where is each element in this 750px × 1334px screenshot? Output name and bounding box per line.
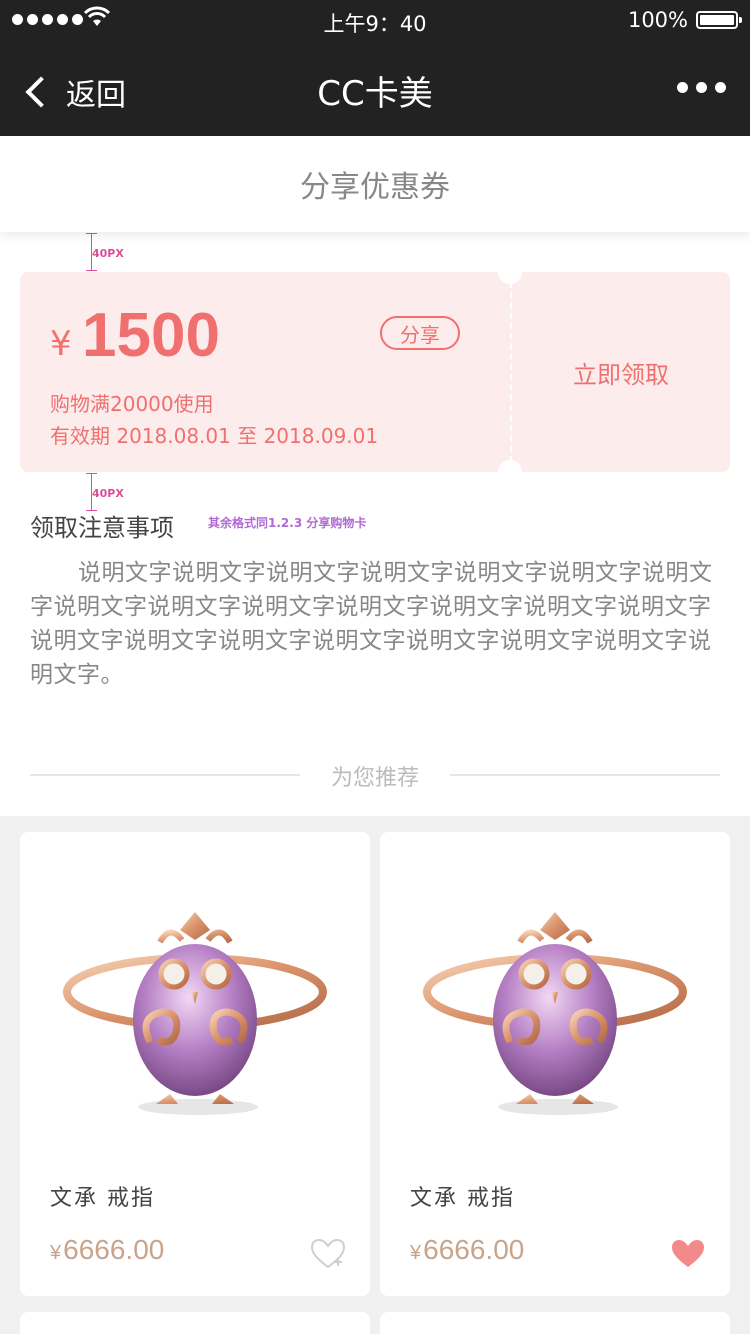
divider-line xyxy=(450,774,720,776)
price-currency: ¥ xyxy=(410,1242,422,1264)
product-card[interactable] xyxy=(380,1312,730,1334)
price-value: 6666.00 xyxy=(423,1234,525,1265)
notes-body: 说明文字说明文字说明文字说明文字说明文字说明文字说明文字说明文字说明文字说明文字… xyxy=(30,560,713,688)
heart-outline-icon[interactable] xyxy=(310,1238,346,1270)
product-card[interactable]: 文承 戒指 ¥6666.00 xyxy=(20,832,370,1296)
product-image xyxy=(63,912,327,1115)
top-bar: 上午9：40 100% 返回 CC卡美 xyxy=(0,0,750,136)
heart-filled-icon[interactable] xyxy=(670,1238,706,1270)
more-options-icon[interactable] xyxy=(677,82,726,93)
product-name: 文承 戒指 xyxy=(50,1186,155,1211)
coupon-amount: 1500 xyxy=(82,301,220,370)
spacing-label-top: 40PX xyxy=(92,247,124,260)
claim-label: 立即领取 xyxy=(573,360,669,389)
price-currency: ¥ xyxy=(50,1242,62,1264)
product-price: ¥6666.00 xyxy=(410,1234,524,1266)
section-header: 分享优惠券 xyxy=(0,136,750,232)
battery-percentage: 100% xyxy=(627,8,688,32)
price-value: 6666.00 xyxy=(63,1234,165,1265)
product-card[interactable]: 文承 戒指 ¥6666.00 xyxy=(380,832,730,1296)
format-annotation: 其余格式同1.2.3 分享购物卡 xyxy=(208,516,367,530)
coupon-notch xyxy=(498,460,522,484)
product-name: 文承 戒指 xyxy=(410,1186,515,1211)
notes-title: 领取注意事项 xyxy=(30,514,174,542)
claim-button[interactable]: 立即领取 xyxy=(510,272,730,472)
coupon-body: ¥ 1500 分享 购物满20000使用 有效期 2018.08.01 至 20… xyxy=(20,272,510,472)
product-price: ¥6666.00 xyxy=(50,1234,164,1266)
product-card[interactable] xyxy=(20,1312,370,1334)
coupon-notch xyxy=(498,260,522,284)
recommend-divider: 为您推荐 xyxy=(0,740,750,816)
product-image xyxy=(423,912,687,1115)
coupon-currency: ¥ xyxy=(50,324,72,364)
coupon-validity: 有效期 2018.08.01 至 2018.09.01 xyxy=(50,424,379,448)
page-title: CC卡美 xyxy=(317,74,433,114)
share-button[interactable]: 分享 xyxy=(380,316,460,350)
spacing-label-bottom: 40PX xyxy=(92,487,124,500)
coupon-condition: 购物满20000使用 xyxy=(50,392,214,416)
status-bar: 上午9：40 100% xyxy=(0,0,750,40)
battery-icon xyxy=(696,11,742,29)
product-grid: 文承 戒指 ¥6666.00 文承 戒指 ¥6666.00 xyxy=(0,816,750,1334)
coupon-card: ¥ 1500 分享 购物满20000使用 有效期 2018.08.01 至 20… xyxy=(20,260,730,484)
recommend-label: 为您推荐 xyxy=(330,766,419,791)
